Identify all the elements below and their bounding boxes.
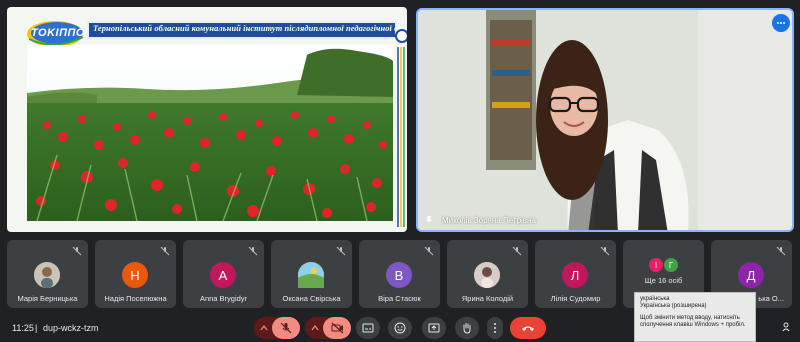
participant-tile[interactable]: Марія Берницька <box>7 240 88 308</box>
logo-text: TOKIППО <box>31 27 85 39</box>
clock: 11:25 <box>12 323 34 333</box>
emoji-button[interactable] <box>388 317 412 339</box>
more-options-button[interactable] <box>487 317 503 339</box>
emoji-icon <box>394 322 406 334</box>
presentation-title: Тернопільський обласний комунальний інст… <box>93 24 407 33</box>
participant-name: Надія Поселюжна <box>104 294 167 303</box>
meeting-code: dup-wckz-tzm <box>43 323 99 333</box>
tooltip-line: сполучення клавіш Windows + пробіл. <box>640 322 746 329</box>
camera-control[interactable] <box>305 317 351 339</box>
participant-name: Віра Стасюк <box>378 294 421 303</box>
avatar <box>474 262 500 288</box>
participant-name: Оксана Свірська <box>282 294 341 303</box>
speaker-video <box>418 10 792 230</box>
present-button[interactable] <box>422 317 446 339</box>
mic-off-icon <box>248 246 258 256</box>
decor-lines <box>397 47 405 227</box>
group-avatar-1: І <box>649 258 663 272</box>
participant-name: Марія Берницька <box>17 294 78 303</box>
separator: | <box>35 323 38 333</box>
mic-off-icon <box>776 246 786 256</box>
more-horiz-icon <box>777 22 785 24</box>
tooltip-line: Щоб змінити метод вводу, натисніть <box>640 314 740 321</box>
participant-tile[interactable]: Ярина Колодій <box>447 240 528 308</box>
end-call-icon <box>522 326 534 331</box>
avatar-initial: Н <box>130 267 140 283</box>
avatar-initial: Л <box>570 267 580 283</box>
participant-name: Ярина Колодій <box>461 294 514 303</box>
camera-off-icon <box>331 322 343 334</box>
avatar: Д <box>738 262 764 288</box>
mic-off-icon <box>424 246 434 256</box>
people-icon[interactable] <box>782 322 792 332</box>
chevron-up-icon[interactable] <box>260 324 268 332</box>
camera-toggle-button[interactable] <box>323 317 351 339</box>
participant-tile[interactable]: В Віра Стасюк <box>359 240 440 308</box>
pin-icon <box>426 216 432 224</box>
mic-control[interactable] <box>254 317 300 339</box>
mic-off-icon <box>512 246 522 256</box>
tooltip-line: українська <box>640 296 670 302</box>
avatar <box>298 262 324 288</box>
participant-name: Лілія Судомир <box>550 294 601 303</box>
chevron-up-icon[interactable] <box>311 324 319 332</box>
raise-hand-button[interactable] <box>455 317 479 339</box>
speaker-name: Миколів Зоряна Петрівна <box>442 216 536 225</box>
captions-icon <box>362 323 374 333</box>
meet-window: TOKIППО Тернопільський обласний комуналь… <box>0 0 800 342</box>
flower-field-photo <box>27 45 393 221</box>
participant-tile[interactable]: Оксана Свірська <box>271 240 352 308</box>
avatar-initial: A <box>218 267 228 283</box>
mic-off-icon <box>72 246 82 256</box>
raise-hand-icon <box>463 323 471 334</box>
participant-tile[interactable]: Н Надія Поселюжна <box>95 240 176 308</box>
tooltip-line: Українська (розширена) <box>640 303 707 310</box>
avatar-initial: Г <box>668 260 674 270</box>
mic-toggle-button[interactable] <box>272 317 300 339</box>
more-options-button[interactable] <box>772 14 790 32</box>
mic-off-icon <box>336 246 346 256</box>
captions-button[interactable] <box>356 317 380 339</box>
avatar-initial: І <box>654 260 658 270</box>
mic-off-icon <box>280 322 292 334</box>
avatar: В <box>386 262 412 288</box>
presentation-tile[interactable]: TOKIППО Тернопільський обласний комуналь… <box>7 7 407 232</box>
header-circle <box>395 29 407 43</box>
more-participants-label: Ще 16 осіб <box>644 276 683 285</box>
avatar: A <box>210 262 236 288</box>
more-vert-icon <box>494 323 496 333</box>
presentation-header: TOKIППО Тернопільський обласний комуналь… <box>7 15 407 47</box>
present-icon <box>428 323 440 333</box>
avatar <box>34 262 60 288</box>
avatar: Л <box>562 262 588 288</box>
participant-tile[interactable]: Л Лілія Судомир <box>535 240 616 308</box>
end-call-button[interactable] <box>510 317 546 339</box>
mic-off-icon <box>160 246 170 256</box>
speaker-tile[interactable]: Миколів Зоряна Петрівна <box>416 8 794 232</box>
input-method-tooltip: українська Українська (розширена) Щоб зм… <box>634 292 756 342</box>
avatar: Н <box>122 262 148 288</box>
participant-tile[interactable]: A Anna Brygidyr <box>183 240 264 308</box>
avatar-initial: Д <box>746 267 756 283</box>
group-avatar-2: Г <box>664 258 678 272</box>
avatar-initial: В <box>394 267 404 283</box>
participant-name: Anna Brygidyr <box>199 294 248 303</box>
mic-off-icon <box>600 246 610 256</box>
